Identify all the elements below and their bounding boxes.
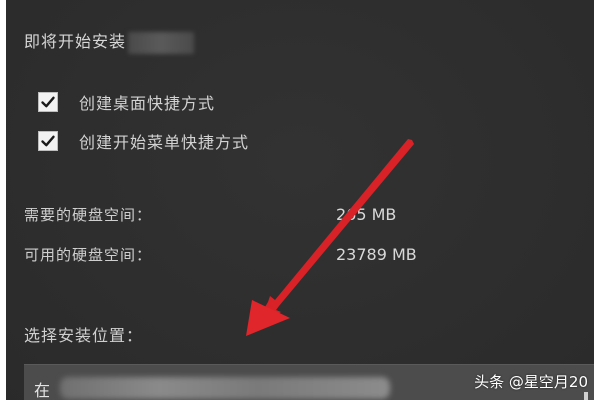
screen-edge bbox=[594, 0, 600, 400]
redacted-path-block bbox=[60, 377, 390, 399]
screenshot-stage: 即将开始安装 创建桌面快捷方式 创建开始菜单快捷方式 需要的硬盘空间： 265 … bbox=[0, 0, 600, 400]
dialog-title-text: 即将开始安装 bbox=[24, 32, 127, 51]
option-desktop-shortcut[interactable]: 创建桌面快捷方式 bbox=[38, 90, 215, 114]
available-space-label: 可用的硬盘空间： bbox=[24, 246, 153, 264]
install-path-prefix: 在 bbox=[34, 381, 51, 400]
start-menu-shortcut-checkbox[interactable] bbox=[38, 131, 58, 151]
redacted-title-block bbox=[128, 31, 195, 54]
required-space-label: 需要的硬盘空间： bbox=[24, 206, 153, 224]
check-mark-icon bbox=[41, 96, 55, 108]
desktop-shortcut-label: 创建桌面快捷方式 bbox=[79, 94, 216, 113]
start-menu-shortcut-label: 创建开始菜单快捷方式 bbox=[79, 133, 250, 152]
install-location-label: 选择安装位置： bbox=[24, 326, 144, 345]
watermark: 头条 @星空月20 bbox=[474, 373, 588, 391]
installer-dialog: 即将开始安装 创建桌面快捷方式 创建开始菜单快捷方式 需要的硬盘空间： 265 … bbox=[6, 0, 594, 400]
check-mark-icon bbox=[41, 135, 55, 147]
available-space-value: 23789 MB bbox=[336, 245, 417, 264]
dialog-title: 即将开始安装 bbox=[24, 28, 195, 54]
option-start-menu-shortcut[interactable]: 创建开始菜单快捷方式 bbox=[38, 129, 249, 153]
required-space-value: 265 MB bbox=[336, 205, 397, 224]
desktop-shortcut-checkbox[interactable] bbox=[38, 92, 58, 112]
scrollbar-thumb[interactable] bbox=[584, 392, 588, 400]
